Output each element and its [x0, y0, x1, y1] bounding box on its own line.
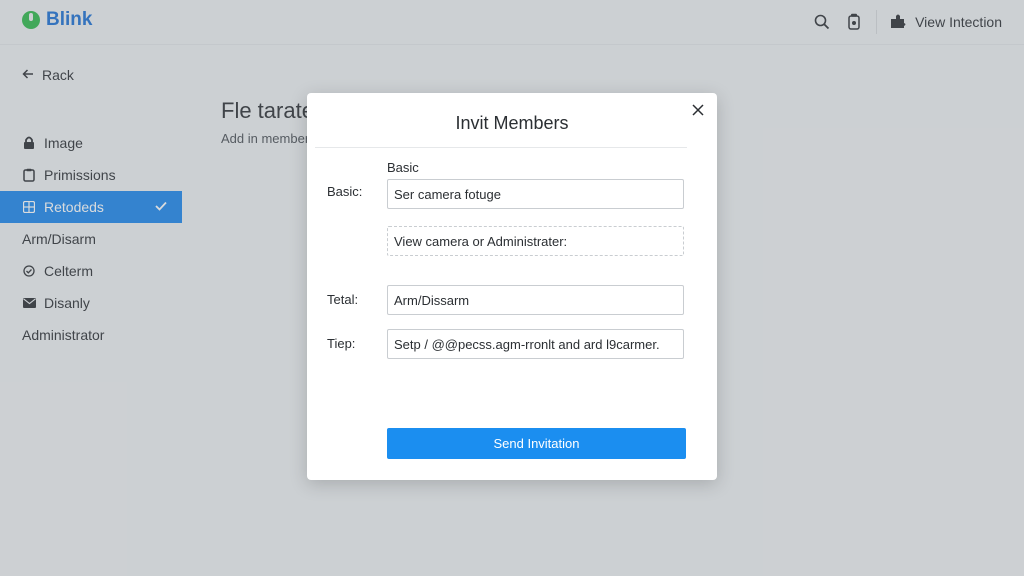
section-label: Basic — [387, 160, 419, 175]
dialog-divider — [315, 147, 687, 148]
dialog-title: Invit Members — [455, 113, 569, 133]
basic-field[interactable]: Ser camera fotuge — [387, 179, 684, 209]
send-invitation-button[interactable]: Send Invitation — [387, 428, 686, 459]
field-label-tetal: Tetal: — [327, 292, 359, 307]
invite-members-dialog: Invit Members Basic Basic: Ser camera fo… — [307, 93, 717, 480]
tiep-field[interactable]: Setp / @@pecss.agm-rronlt and ard l9carm… — [387, 329, 684, 359]
close-icon[interactable] — [689, 101, 707, 119]
field-label-tiep: Tiep: — [327, 336, 356, 351]
field-label-basic: Basic: — [327, 184, 363, 199]
role-field[interactable]: View camera or Administrater: — [387, 226, 684, 256]
tetal-field[interactable]: Arm/Dissarm — [387, 285, 684, 315]
